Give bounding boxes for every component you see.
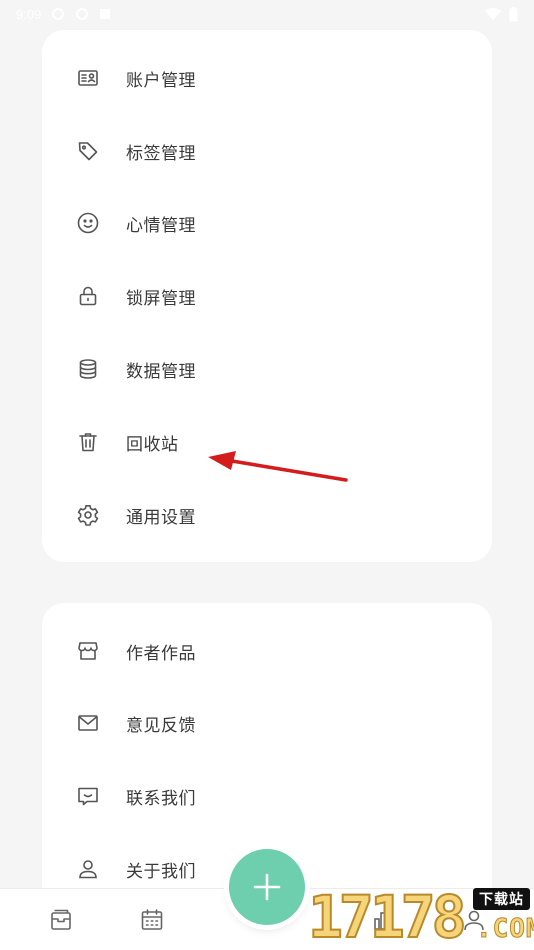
status-time: 9:09 (16, 6, 42, 22)
notification-icon (99, 8, 111, 20)
plus-icon (253, 873, 281, 901)
watermark-digits: 17178 (307, 883, 468, 950)
trash-icon (76, 430, 100, 454)
add-entry-button[interactable] (229, 849, 305, 925)
sync-icon (75, 7, 89, 21)
menu-item-label: 意见反馈 (126, 715, 196, 735)
watermark-badge: 下载站 (473, 888, 530, 910)
menu-item-lock-screen-management[interactable]: 锁屏管理 (42, 268, 492, 324)
person-icon (76, 857, 100, 881)
watermark-logo: 17178 下载站 .COM (307, 883, 534, 950)
menu-item-mood-management[interactable]: 心情管理 (42, 195, 492, 251)
menu-item-contact-us[interactable]: 联系我们 (42, 768, 492, 824)
chat-icon (76, 784, 100, 808)
menu-item-author-works[interactable]: 作者作品 (42, 623, 492, 679)
archive-box-icon[interactable] (48, 907, 74, 933)
mail-icon (76, 711, 100, 735)
calendar-icon[interactable] (139, 907, 165, 933)
menu-item-label: 通用设置 (126, 507, 196, 527)
smiley-icon (76, 211, 100, 235)
menu-item-label: 联系我们 (126, 788, 196, 808)
menu-item-label: 标签管理 (126, 143, 196, 163)
menu-item-label: 作者作品 (126, 643, 196, 663)
wifi-icon (485, 7, 501, 21)
menu-item-feedback[interactable]: 意见反馈 (42, 695, 492, 751)
battery-icon (509, 6, 518, 22)
menu-item-label: 回收站 (126, 434, 179, 454)
menu-item-general-settings[interactable]: 通用设置 (42, 487, 492, 543)
tag-icon (76, 139, 100, 163)
gear-icon (76, 503, 100, 527)
menu-item-tag-management[interactable]: 标签管理 (42, 123, 492, 179)
store-icon (76, 639, 100, 663)
menu-item-label: 账户管理 (126, 70, 196, 90)
database-icon (76, 357, 100, 381)
watermark-suffix: .COM (476, 914, 534, 945)
sync-icon (51, 7, 65, 21)
menu-item-account-management[interactable]: 账户管理 (42, 50, 492, 106)
menu-item-label: 关于我们 (126, 861, 196, 881)
annotation-arrow-icon (208, 451, 348, 482)
menu-item-label: 心情管理 (126, 215, 196, 235)
lock-icon (76, 284, 100, 308)
account-card-icon (76, 66, 100, 90)
status-bar: 9:09 (0, 0, 534, 28)
menu-item-data-management[interactable]: 数据管理 (42, 341, 492, 397)
menu-item-label: 锁屏管理 (126, 288, 196, 308)
menu-item-label: 数据管理 (126, 361, 196, 381)
